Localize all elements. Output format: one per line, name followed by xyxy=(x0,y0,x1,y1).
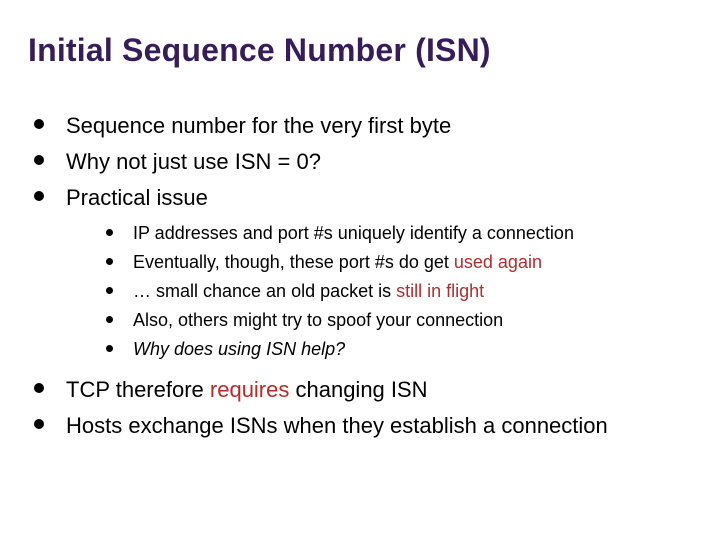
text-part: changing ISN xyxy=(289,377,427,402)
text-part: Eventually, though, these port #s do get xyxy=(133,252,454,272)
list-item: Sequence number for the very first byte xyxy=(34,111,692,141)
bullet-text: Eventually, though, these port #s do get… xyxy=(133,250,542,274)
page-title: Initial Sequence Number (ISN) xyxy=(28,32,692,69)
list-item: Why not just use ISN = 0? xyxy=(34,147,692,177)
accent-text: used again xyxy=(454,252,542,272)
bullet-text: TCP therefore requires changing ISN xyxy=(66,375,428,405)
bullet-text: Hosts exchange ISNs when they establish … xyxy=(66,411,608,441)
list-item: Why does using ISN help? xyxy=(106,337,692,361)
bullet-icon xyxy=(34,383,44,393)
bullet-text: Sequence number for the very first byte xyxy=(66,111,451,141)
sub-bullet-list: IP addresses and port #s uniquely identi… xyxy=(106,221,692,361)
list-item: Also, others might try to spoof your con… xyxy=(106,308,692,332)
bullet-icon xyxy=(106,316,113,323)
bullet-icon xyxy=(106,345,113,352)
bullet-icon xyxy=(34,155,44,165)
list-item: Practical issue xyxy=(34,183,692,213)
bullet-icon xyxy=(106,258,113,265)
bullet-text: Also, others might try to spoof your con… xyxy=(133,308,503,332)
bullet-text-italic: Why does using ISN help? xyxy=(133,337,345,361)
bullet-icon xyxy=(34,419,44,429)
bullet-text: IP addresses and port #s uniquely identi… xyxy=(133,221,574,245)
accent-text: still in flight xyxy=(396,281,484,301)
bullet-icon xyxy=(106,287,113,294)
list-item: Eventually, though, these port #s do get… xyxy=(106,250,692,274)
bullet-text: Why not just use ISN = 0? xyxy=(66,147,321,177)
bullet-text: Practical issue xyxy=(66,183,208,213)
list-item: IP addresses and port #s uniquely identi… xyxy=(106,221,692,245)
bullet-icon xyxy=(106,229,113,236)
list-item: TCP therefore requires changing ISN xyxy=(34,375,692,405)
text-part: TCP therefore xyxy=(66,377,210,402)
slide: Initial Sequence Number (ISN) Sequence n… xyxy=(0,0,720,540)
bullet-text: … small chance an old packet is still in… xyxy=(133,279,484,303)
list-item: Hosts exchange ISNs when they establish … xyxy=(34,411,692,441)
bullet-icon xyxy=(34,119,44,129)
list-item: … small chance an old packet is still in… xyxy=(106,279,692,303)
text-part: … small chance an old packet is xyxy=(133,281,396,301)
bullet-icon xyxy=(34,191,44,201)
accent-text: requires xyxy=(210,377,289,402)
bullet-list: Sequence number for the very first byte … xyxy=(34,111,692,441)
